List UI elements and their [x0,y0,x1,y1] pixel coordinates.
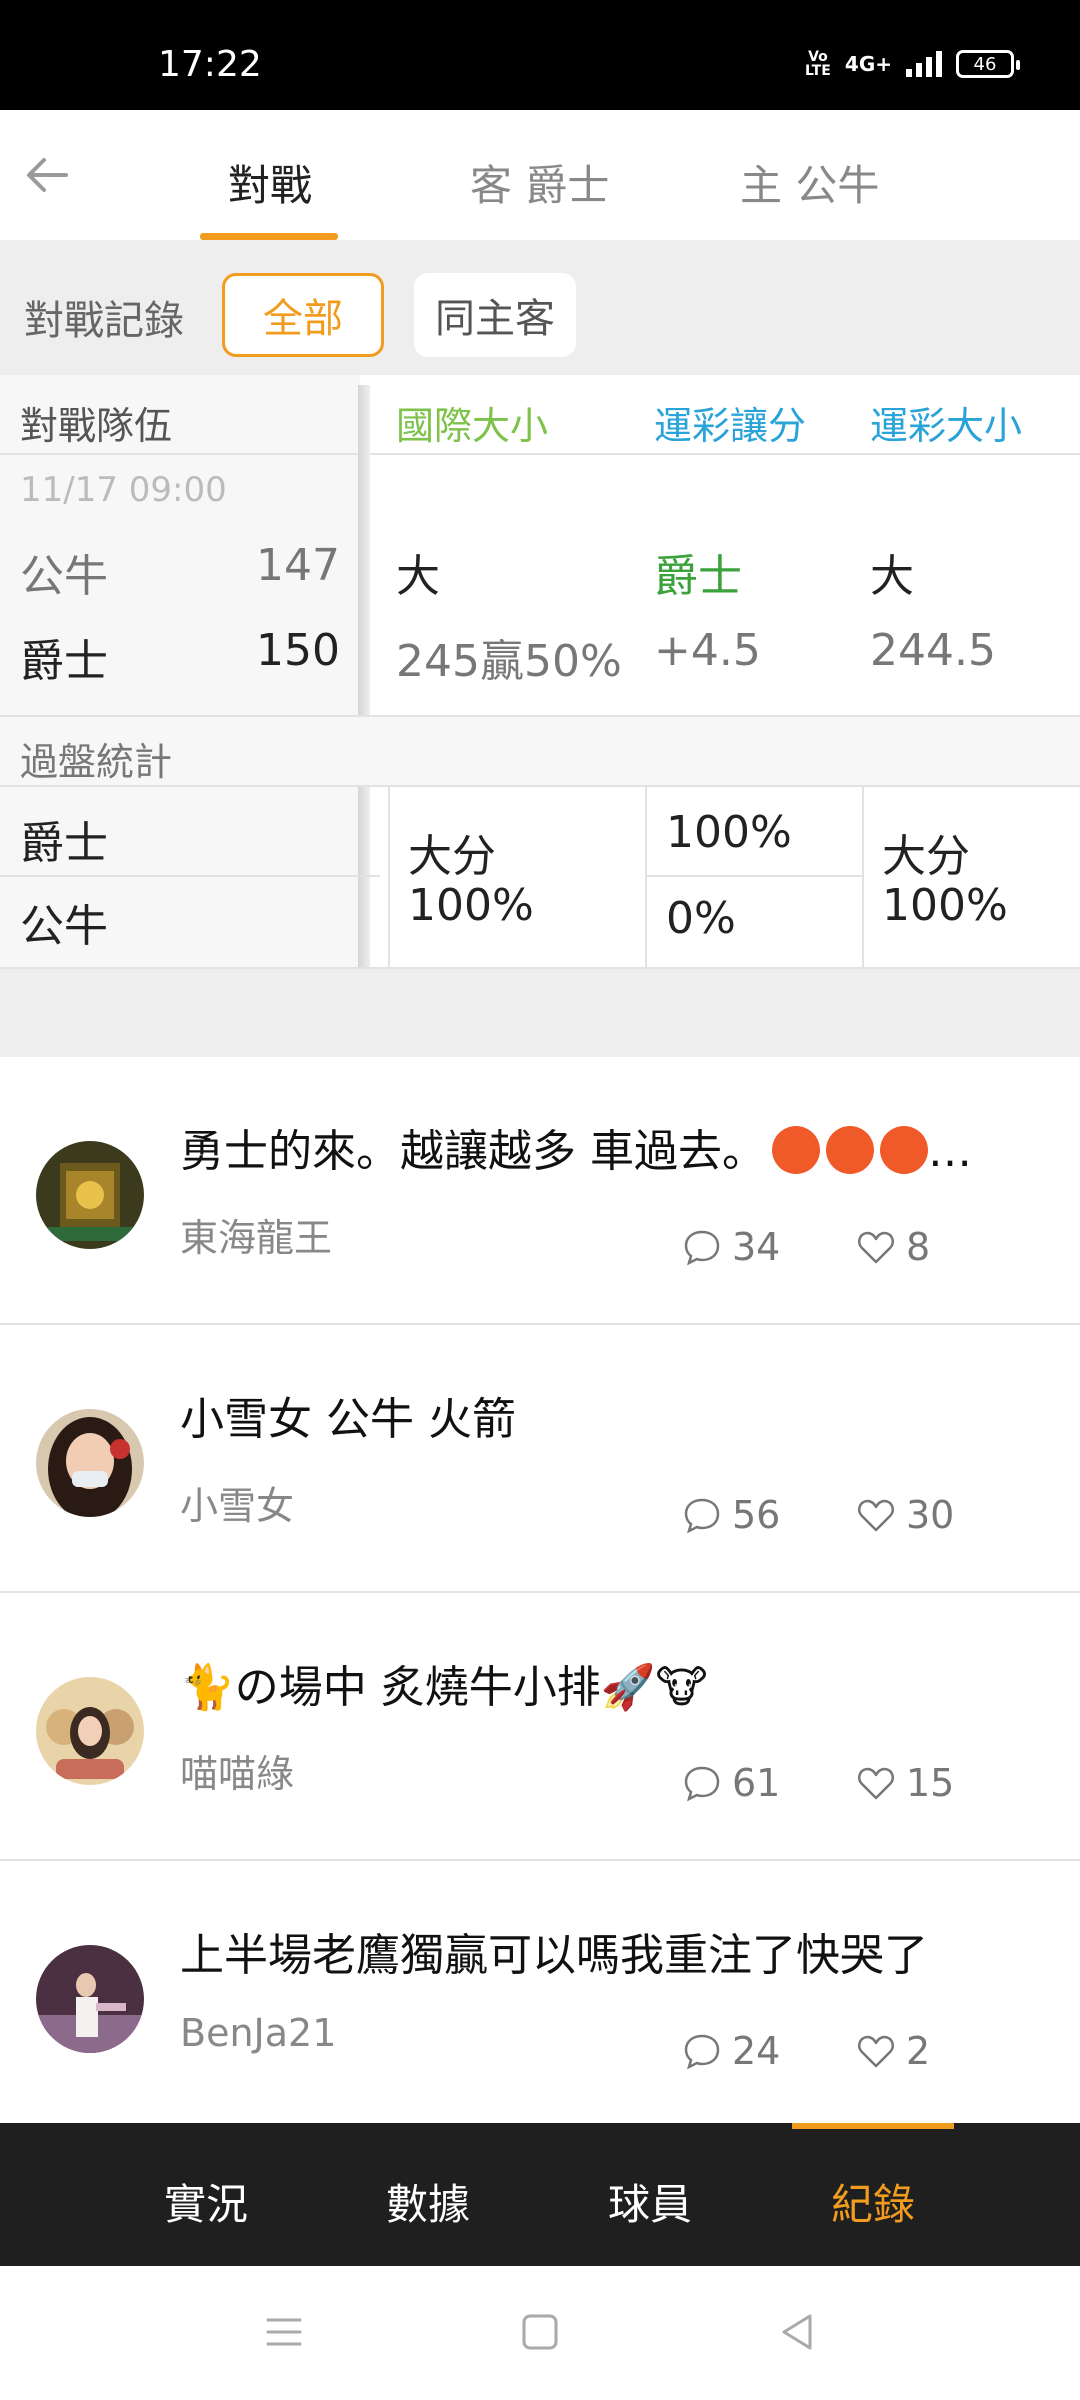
filter-all-chip[interactable]: 全部 [222,273,384,357]
post-title[interactable]: 小雪女 公牛 火箭 [180,1383,516,1447]
angry-face-icon [772,1126,820,1174]
comment-icon [684,1498,720,1534]
spread-header: 運彩讓分 [654,404,807,448]
stats-intl-type: 大分 [408,831,496,882]
matchup-table: 對戰隊伍 國際大小 運彩讓分 運彩大小 11/17 09:00 公牛 147 大… [0,375,1080,967]
angry-face-icon [826,1126,874,1174]
filter-label: 對戰記錄 [24,298,184,344]
menu-icon[interactable] [262,2310,306,2354]
comment-icon [684,1766,720,1802]
network-type: 4G+ [844,52,892,76]
list-item[interactable]: 🐈の場中 炙燒牛小排🚀🐮 喵喵綠 61 15 [0,1593,1080,1861]
tab-away-jazz[interactable]: 客 爵士 [470,152,609,213]
post-author: 小雪女 [180,1484,295,1528]
table-header-row: 對戰隊伍 國際大小 運彩讓分 運彩大小 [0,375,1080,455]
title-ellipsis: … [928,1126,972,1177]
stats-team-2: 公牛 [20,901,108,952]
stats-ou-type: 大分 [882,831,970,882]
angry-face-icon [880,1126,928,1174]
stats-ou-pct: 100% [882,880,1008,931]
avatar[interactable] [36,1677,144,1785]
like-count[interactable]: 2 [856,2029,930,2073]
col-divider-1 [388,787,390,967]
heart-icon [858,1767,894,1800]
col-divider-2 [645,787,647,967]
like-count[interactable]: 30 [856,1493,954,1537]
back-triangle-icon[interactable] [776,2310,820,2354]
game-intl-result: 大 [396,551,440,602]
post-title[interactable]: 勇士的來。越讓越多 車過去。… [180,1115,972,1179]
tab-home-bulls[interactable]: 主 公牛 [740,152,879,213]
stats-team-1: 爵士 [20,818,108,869]
status-time: 17:22 [158,44,262,85]
status-icons: Vo LTE 4G+ 46 [805,49,1020,79]
top-tab-bar: 對戰 客 爵士 主 公牛 [0,110,1080,240]
record-filter-bar: 對戰記錄 全部 同主客 [0,240,1080,375]
battery-icon: 46 [956,50,1020,78]
home-square-icon[interactable] [518,2310,562,2354]
stats-title: 過盤統計 [20,740,173,784]
heart-icon [858,2035,894,2068]
post-title[interactable]: 上半場老鷹獨贏可以嗎我重注了快哭了 [180,1919,928,1983]
nav-live[interactable]: 實況 [106,2171,306,2232]
bottom-navigation: 實況 數據 球員 紀錄 [0,2123,1080,2266]
comment-count[interactable]: 34 [682,1225,780,1269]
intl-over-under-header: 國際大小 [396,404,549,448]
over-under-header: 運彩大小 [870,404,1023,448]
avatar[interactable] [36,1141,144,1249]
comment-icon [684,1230,720,1266]
volte-icon: Vo LTE [805,49,831,79]
status-bar: 17:22 Vo LTE 4G+ 46 [0,0,1080,110]
game-spread-line: +4.5 [654,625,761,676]
active-tab-indicator [200,233,338,240]
list-item[interactable]: 上半場老鷹獨贏可以嗎我重注了快哭了 BenJa21 24 2 [0,1861,1080,2123]
like-count[interactable]: 8 [856,1225,930,1269]
like-count[interactable]: 15 [856,1761,954,1805]
system-navigation-bar [0,2266,1080,2400]
game-team-2: 爵士 [20,636,108,687]
heart-icon [858,1231,894,1264]
game-ou-line: 244.5 [870,625,996,676]
comment-icon [684,2034,720,2070]
avatar[interactable] [36,1945,144,2053]
team-column-header: 對戰隊伍 [20,404,173,448]
nav-players[interactable]: 球員 [550,2171,750,2232]
list-item[interactable]: 勇士的來。越讓越多 車過去。… 東海龍王 34 8 [0,1057,1080,1325]
game-score-1: 147 [256,540,340,591]
game-ou-result: 大 [870,551,914,602]
post-author: 喵喵綠 [180,1752,295,1796]
game-score-2: 150 [256,625,340,676]
frozen-column-shadow [358,385,370,967]
comment-count[interactable]: 61 [682,1761,780,1805]
post-author: BenJa21 [180,2011,337,2055]
post-author: 東海龍王 [180,1216,333,1260]
col-divider-3 [862,787,864,967]
spread-stat-divider [647,875,862,877]
section-gap [0,967,1080,1057]
filter-same-home-away-chip[interactable]: 同主客 [414,273,576,357]
signal-icon [906,51,942,77]
nav-records[interactable]: 紀錄 [773,2171,973,2232]
arrow-left-icon[interactable] [22,150,72,200]
tab-matchup[interactable]: 對戰 [228,152,312,213]
bottom-nav-active-indicator [792,2123,954,2129]
comment-count[interactable]: 24 [682,2029,780,2073]
heart-icon [858,1499,894,1532]
post-title[interactable]: 🐈の場中 炙燒牛小排🚀🐮 [180,1651,708,1715]
stats-row-divider [0,875,380,877]
avatar[interactable] [36,1409,144,1517]
battery-level: 46 [973,53,997,75]
game-intl-line: 245贏50% [396,636,622,687]
stats-intl-pct: 100% [408,880,534,931]
stats-spread-top: 100% [666,807,792,858]
stats-spread-bottom: 0% [666,893,736,944]
game-datetime: 11/17 09:00 [20,470,227,510]
game-spread-team: 爵士 [654,551,742,602]
comment-count[interactable]: 56 [682,1493,780,1537]
game-team-1: 公牛 [20,551,108,602]
stats-section-header: 過盤統計 [0,715,1080,787]
list-item[interactable]: 小雪女 公牛 火箭 小雪女 56 30 [0,1325,1080,1593]
nav-data[interactable]: 數據 [328,2171,528,2232]
